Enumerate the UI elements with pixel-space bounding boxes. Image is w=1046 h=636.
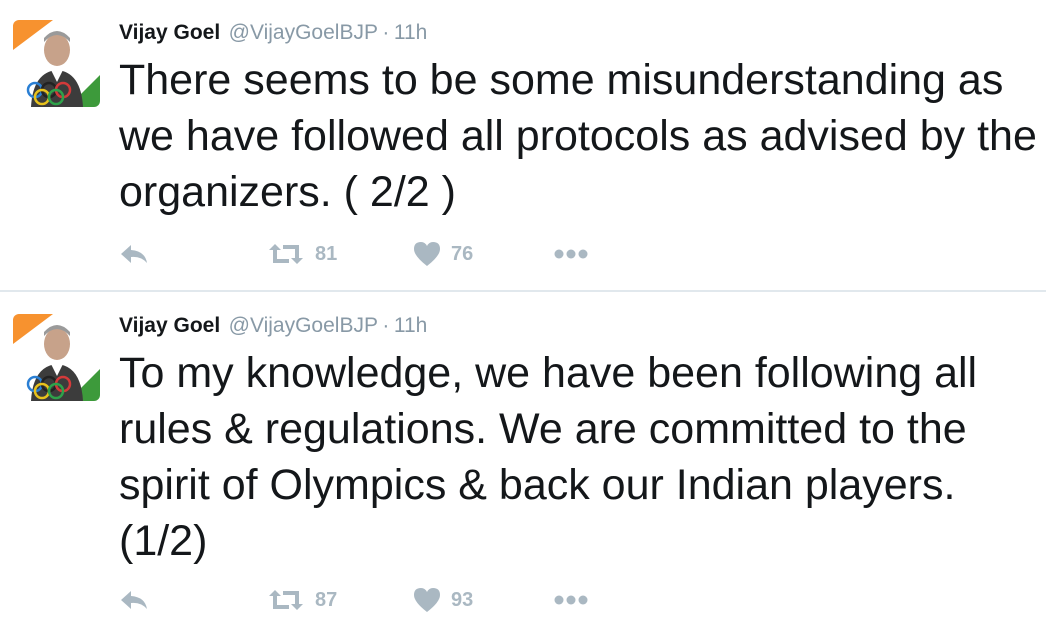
like-button[interactable]: 93 xyxy=(413,582,473,618)
heart-icon xyxy=(413,241,441,267)
more-button[interactable] xyxy=(553,236,589,272)
avatar[interactable] xyxy=(13,20,100,107)
separator-dot: · xyxy=(382,314,390,337)
timestamp[interactable]: 11h xyxy=(394,21,427,44)
more-button[interactable] xyxy=(553,582,589,618)
retweet-icon xyxy=(267,588,305,612)
tweet-text: To my knowledge, we have been following … xyxy=(119,349,978,565)
tweet[interactable]: Vijay Goel @VijayGoelBJP · 11h There see… xyxy=(0,0,1046,292)
retweet-icon xyxy=(267,242,305,266)
tweet-header: Vijay Goel @VijayGoelBJP · 11h xyxy=(119,311,427,341)
retweet-count: 87 xyxy=(315,588,338,611)
tweet-actions: 81 76 xyxy=(119,236,679,272)
like-button[interactable]: 76 xyxy=(413,236,473,272)
tweet-actions: 87 93 xyxy=(119,582,679,618)
tweet-header: Vijay Goel @VijayGoelBJP · 11h xyxy=(119,18,427,48)
more-icon xyxy=(553,594,589,606)
tweet-text: There seems to be some misunderstanding … xyxy=(119,56,1037,216)
heart-icon xyxy=(413,587,441,613)
like-count: 93 xyxy=(451,588,474,611)
like-count: 76 xyxy=(451,242,474,265)
author-name[interactable]: Vijay Goel xyxy=(119,21,220,44)
tweet[interactable]: Vijay Goel @VijayGoelBJP · 11h To my kno… xyxy=(0,292,1046,636)
reply-button[interactable] xyxy=(119,582,149,618)
author-handle[interactable]: @VijayGoelBJP xyxy=(229,21,378,44)
more-icon xyxy=(553,248,589,260)
separator-dot: · xyxy=(382,21,390,44)
timestamp[interactable]: 11h xyxy=(394,314,427,337)
retweet-button[interactable]: 87 xyxy=(267,582,337,618)
reply-button[interactable] xyxy=(119,236,149,272)
reply-icon xyxy=(119,242,149,266)
retweet-count: 81 xyxy=(315,242,338,265)
reply-icon xyxy=(119,588,149,612)
author-handle[interactable]: @VijayGoelBJP xyxy=(229,314,378,337)
avatar[interactable] xyxy=(13,314,100,401)
author-name[interactable]: Vijay Goel xyxy=(119,314,220,337)
retweet-button[interactable]: 81 xyxy=(267,236,337,272)
